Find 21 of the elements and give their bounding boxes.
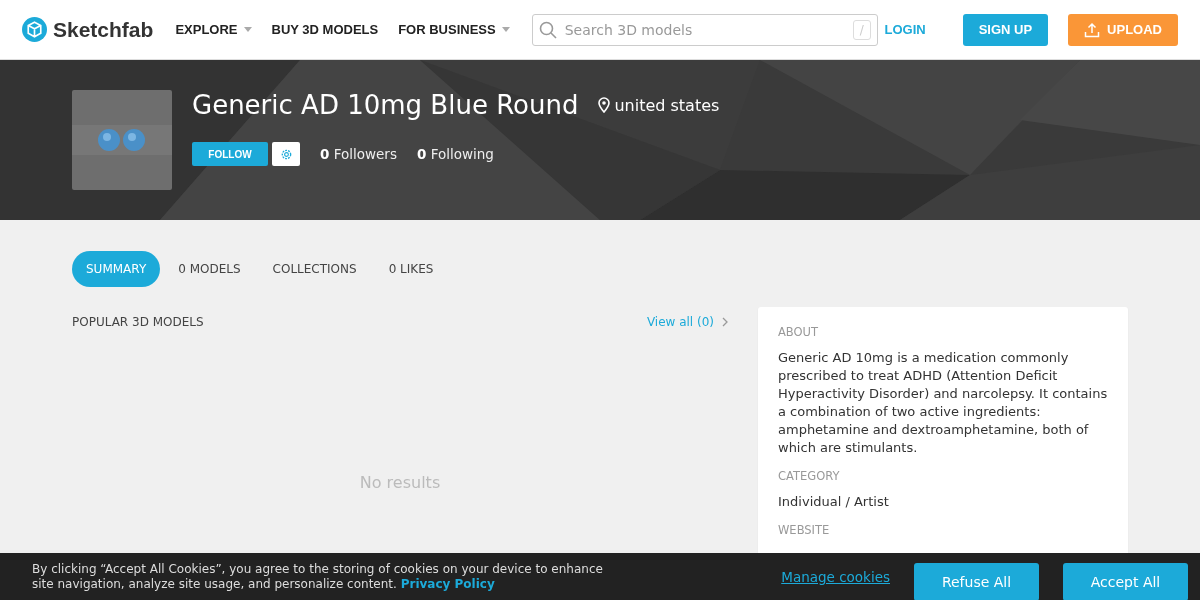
search-icon bbox=[538, 20, 557, 39]
chevron-icon bbox=[722, 317, 728, 327]
manage-cookies-link[interactable]: Manage cookies bbox=[781, 568, 890, 585]
cookie-text: By clicking “Accept All Cookies”, you agree to the storing of cookies on your device to enhance site navigation, analyze site usage, and personalize content. Privacy Policy bbox=[32, 561, 604, 592]
nav-link[interactable]: FOR BUSINESS bbox=[398, 22, 510, 37]
upload-icon bbox=[1084, 21, 1101, 38]
section-heading: WEBSITE bbox=[778, 523, 831, 537]
tab[interactable]: COLLECTIONS bbox=[258, 251, 371, 287]
tab[interactable]: 0 MODELS bbox=[164, 251, 255, 287]
cube-icon bbox=[22, 17, 47, 42]
section-title: POPULAR 3D MODELS bbox=[72, 315, 204, 329]
section-heading: ABOUT bbox=[778, 325, 820, 339]
nav-link[interactable]: EXPLORE bbox=[175, 22, 252, 37]
section-heading: CATEGORY bbox=[778, 469, 841, 483]
privacy-policy-link[interactable]: Privacy Policy bbox=[400, 576, 495, 591]
nav-link[interactable]: BUY 3D MODELS bbox=[271, 22, 379, 37]
section-text: Individual / Artist bbox=[778, 493, 890, 511]
section-text: Generic AD 10mg is a medication commonly prescribed to treat ADHD (Attention Deficit Hyperactivity Disorder) and narcolepsy. It contains a combination of two active ingredients: amphetamine and dextroamphetamine, both of which are stimulants. bbox=[778, 349, 1108, 457]
tab[interactable]: 0 LIKES bbox=[374, 251, 448, 287]
logo-text[interactable]: Sketchfab bbox=[53, 17, 154, 42]
shortcut-key: / bbox=[852, 19, 871, 40]
